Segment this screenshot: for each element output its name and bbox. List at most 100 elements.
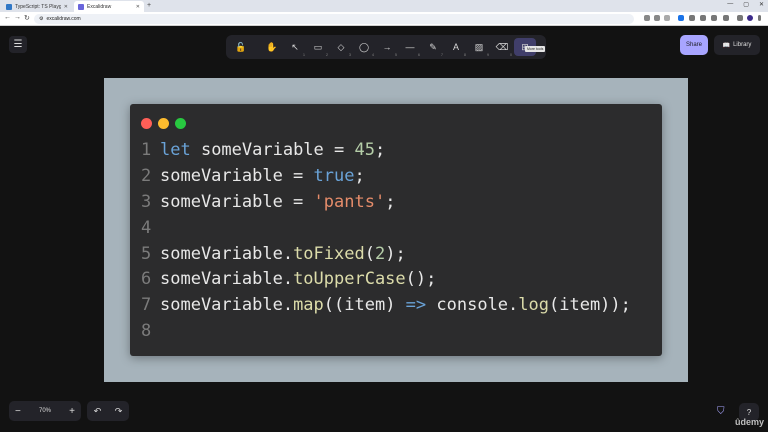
sidepanel-icon[interactable] bbox=[737, 15, 743, 21]
ellipse-icon: ◯ bbox=[358, 41, 370, 52]
tool-shortcut-key: 8 bbox=[464, 53, 466, 57]
tool-shortcut-key: 0 bbox=[510, 53, 512, 57]
undo-redo-controls: ↶ ↷ bbox=[87, 401, 129, 421]
diamond-icon: ◇ bbox=[337, 41, 345, 52]
puzzle-icon[interactable] bbox=[723, 15, 729, 21]
ts-favicon-icon bbox=[6, 3, 12, 10]
tool-eraser[interactable]: ⌫ 0 bbox=[491, 38, 513, 58]
tool-draw[interactable]: ✎ 7 bbox=[422, 38, 444, 58]
shield-icon[interactable]: ⛉ bbox=[717, 406, 727, 417]
tool-arrow[interactable]: → 5 bbox=[376, 38, 398, 57]
close-window-icon[interactable]: ✕ bbox=[759, 1, 764, 8]
code-line: 7 someVariable.map((item) => console.log(… bbox=[141, 293, 631, 319]
code-token: someVariable = bbox=[160, 165, 314, 186]
close-tab-icon[interactable]: ✕ bbox=[64, 4, 68, 10]
back-icon[interactable]: ← bbox=[4, 14, 11, 21]
line-icon: — bbox=[405, 42, 415, 52]
code-token: someVariable = bbox=[190, 140, 355, 160]
extension-icon[interactable] bbox=[654, 15, 660, 21]
code-token: ; bbox=[374, 140, 386, 160]
line-code: someVariable = true; bbox=[160, 164, 365, 190]
line-number: 3 bbox=[141, 191, 152, 212]
tool-shortcut-key: 7 bbox=[441, 53, 443, 57]
extension-icon[interactable] bbox=[644, 15, 650, 21]
code-token: 45 bbox=[354, 140, 375, 160]
line-number: 7 bbox=[141, 295, 152, 316]
code-snippet-image[interactable]: 1 let someVariable = 45; 2 someVariable = t… bbox=[130, 104, 662, 356]
code-line: 1 let someVariable = 45; bbox=[141, 138, 631, 164]
tab-title: Excalidraw bbox=[87, 3, 112, 10]
close-tab-icon[interactable]: ✕ bbox=[136, 4, 140, 10]
code-token: someVariable. bbox=[160, 243, 294, 264]
tool-text[interactable]: A8 bbox=[445, 38, 467, 57]
tab-excalidraw[interactable]: Excalidraw ✕ bbox=[74, 1, 144, 12]
tool-lock[interactable]: 🔓 bbox=[230, 38, 252, 56]
line-number: 4 bbox=[141, 217, 152, 238]
extension-icon[interactable] bbox=[711, 15, 717, 21]
tool-image[interactable]: ▨ 9 bbox=[468, 38, 490, 58]
arrow-icon: → bbox=[382, 42, 392, 52]
code-line: 4 bbox=[141, 216, 631, 242]
window-controls: — ▢ ✕ bbox=[727, 1, 764, 8]
bookmark-star-icon[interactable] bbox=[664, 15, 670, 21]
code-token: ; bbox=[385, 191, 396, 212]
code-token: ); bbox=[385, 243, 406, 264]
code-line: 5 someVariable.toFixed(2); bbox=[141, 242, 631, 268]
share-button[interactable]: Share bbox=[680, 35, 708, 55]
url-text: excalidraw.com bbox=[46, 16, 81, 22]
lock-icon: 🔓 bbox=[235, 41, 247, 52]
code-token: map bbox=[293, 295, 324, 316]
new-tab-icon[interactable]: + bbox=[147, 2, 151, 9]
line-number: 6 bbox=[141, 269, 152, 290]
tool-rectangle[interactable]: ▭ 2 bbox=[307, 38, 329, 58]
tool-shortcut-key: 9 bbox=[487, 53, 489, 57]
code-token: someVariable. bbox=[160, 269, 294, 290]
tab-title: TypeScript: TS Playground bbox=[15, 3, 61, 10]
profile-avatar[interactable] bbox=[747, 15, 753, 21]
line-number: 8 bbox=[141, 321, 152, 342]
url-field[interactable]: ⚙ excalidraw.com bbox=[34, 14, 634, 24]
extension-icon[interactable] bbox=[700, 15, 706, 21]
code-token: (); bbox=[405, 269, 437, 290]
tool-hand[interactable]: ✋ bbox=[261, 38, 283, 56]
code-token: (item)); bbox=[549, 295, 631, 316]
code-token: 'pants' bbox=[313, 191, 386, 212]
code-line: 2 someVariable = true; bbox=[141, 164, 631, 190]
tool-selection[interactable]: ↖ 1 bbox=[284, 38, 306, 58]
tool-shortcut-key: 6 bbox=[418, 53, 420, 57]
tool-line[interactable]: —6 bbox=[399, 38, 421, 57]
tab-ts-playground[interactable]: TypeScript: TS Playground ✕ bbox=[2, 1, 72, 12]
zoom-controls: − 70% + bbox=[9, 401, 81, 421]
book-icon: 📖 bbox=[722, 42, 731, 49]
maximize-icon[interactable]: ▢ bbox=[743, 1, 749, 8]
browser-tabbar: TypeScript: TS Playground ✕ Excalidraw ✕… bbox=[0, 0, 768, 12]
tool-diamond[interactable]: ◇ 3 bbox=[330, 38, 352, 58]
code-token: log bbox=[518, 295, 549, 316]
extension-icon[interactable] bbox=[678, 15, 684, 21]
forward-icon[interactable]: → bbox=[14, 14, 21, 21]
hand-icon: ✋ bbox=[266, 41, 278, 52]
code-line: 6 someVariable.toUpperCase(); bbox=[141, 267, 631, 293]
line-code: someVariable.toUpperCase(); bbox=[160, 267, 436, 293]
canvas-frame[interactable]: 1 let someVariable = 45; 2 someVariable = t… bbox=[104, 78, 688, 382]
udemy-watermark: ûdemy bbox=[735, 417, 765, 427]
site-info-icon[interactable]: ⚙ bbox=[39, 16, 43, 22]
hamburger-menu-icon[interactable]: ☰ bbox=[9, 36, 27, 53]
extension-icon[interactable] bbox=[689, 15, 695, 21]
code-token: someVariable = bbox=[160, 191, 314, 212]
line-code: someVariable = 'pants'; bbox=[160, 190, 395, 216]
zoom-level[interactable]: 70% bbox=[39, 408, 51, 414]
image-icon: ▨ bbox=[474, 41, 484, 52]
line-number: 2 bbox=[141, 165, 152, 186]
undo-button[interactable]: ↶ bbox=[94, 406, 102, 417]
kebab-menu-icon[interactable] bbox=[758, 15, 761, 21]
tool-ellipse[interactable]: ◯ 4 bbox=[353, 38, 375, 58]
code-token: => bbox=[405, 295, 427, 316]
minimize-icon[interactable]: — bbox=[727, 1, 733, 8]
reload-icon[interactable]: ↻ bbox=[24, 14, 30, 22]
code-token: ((item) bbox=[323, 295, 406, 316]
library-button[interactable]: 📖 Library bbox=[714, 35, 760, 55]
zoom-out-button[interactable]: − bbox=[15, 406, 21, 417]
redo-button[interactable]: ↷ bbox=[115, 406, 123, 417]
zoom-in-button[interactable]: + bbox=[69, 406, 75, 417]
